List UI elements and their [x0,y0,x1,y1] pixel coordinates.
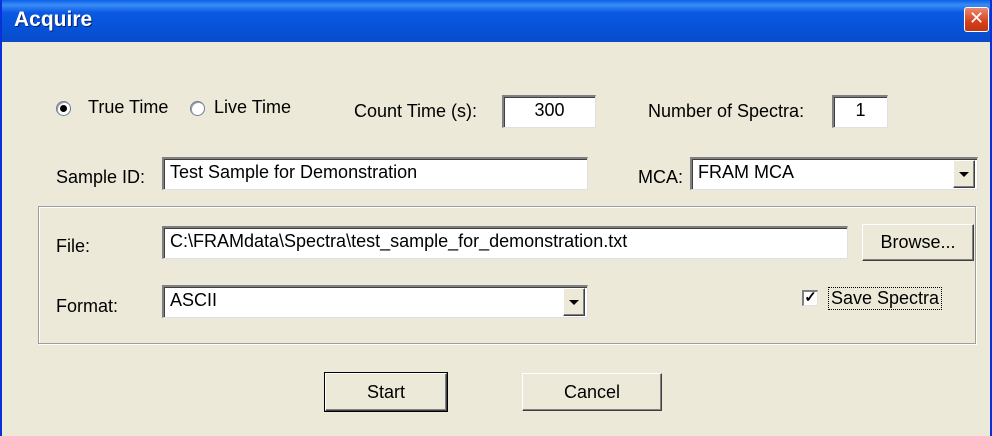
save-spectra-checkbox[interactable]: ✓ [802,290,818,306]
true-time-label[interactable]: True Time [88,97,168,118]
mca-dropdown-button[interactable] [953,160,975,188]
save-spectra-label[interactable]: Save Spectra [828,287,943,310]
live-time-radio[interactable] [190,101,205,116]
number-of-spectra-label: Number of Spectra: [648,101,805,121]
cancel-button[interactable]: Cancel [522,373,662,411]
count-time-label: Count Time (s): [354,101,478,121]
mca-selected-value: FRAM MCA [698,162,794,182]
count-time-input[interactable]: 300 [502,95,596,128]
format-select[interactable]: ASCII [162,285,588,318]
true-time-radio[interactable] [56,101,71,116]
sample-id-label: Sample ID: [56,167,146,187]
live-time-label[interactable]: Live Time [214,97,291,118]
checkmark-icon: ✓ [804,289,817,306]
format-label: Format: [56,296,119,316]
close-icon: ✕ [968,8,985,29]
mca-select[interactable]: FRAM MCA [690,157,978,190]
start-button[interactable]: Start [324,372,448,412]
mca-label: MCA: [638,167,683,187]
browse-button[interactable]: Browse... [862,224,974,261]
title-bar[interactable]: Acquire ✕ [2,0,990,42]
format-dropdown-button[interactable] [563,288,585,316]
file-path-input[interactable]: C:\FRAMdata\Spectra\test_sample_for_demo… [162,226,848,259]
close-button[interactable]: ✕ [964,7,989,32]
file-label: File: [56,236,91,256]
window-title: Acquire [14,8,93,31]
format-selected-value: ASCII [170,290,218,310]
sample-id-input[interactable]: Test Sample for Demonstration [162,157,588,190]
acquire-dialog: Acquire ✕ True Time Live Time Count Time… [0,0,992,436]
number-of-spectra-input[interactable]: 1 [832,95,888,128]
